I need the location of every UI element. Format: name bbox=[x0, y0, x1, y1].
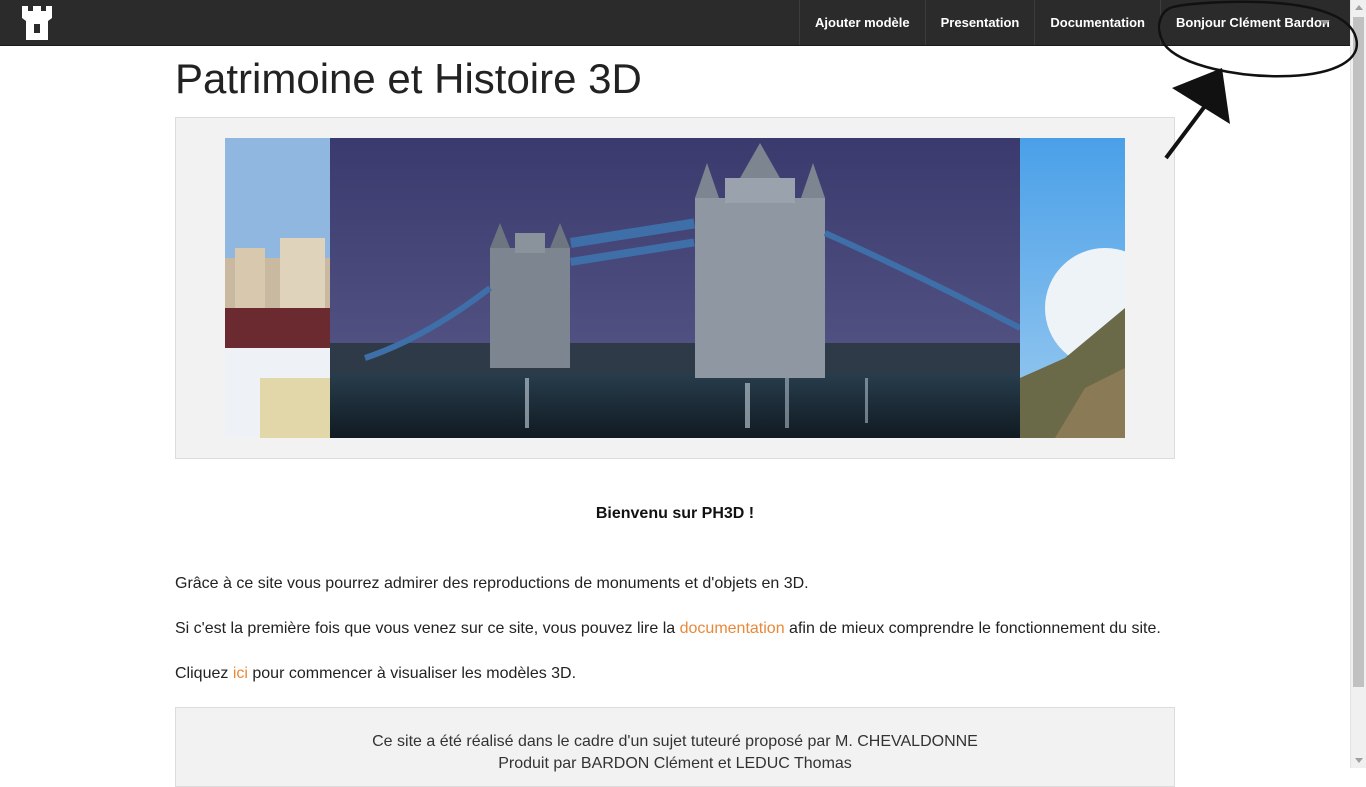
welcome-heading: Bienvenu sur PH3D ! bbox=[595, 505, 755, 522]
intro-paragraph: Grâce à ce site vous pourrez admirer des… bbox=[175, 575, 809, 592]
user-menu-dropdown[interactable]: Bonjour Clément Bardon bbox=[1160, 0, 1350, 45]
user-greeting: Bonjour Clément Bardon bbox=[1176, 15, 1330, 30]
scrollbar-thumb[interactable] bbox=[1353, 17, 1364, 687]
start-text-before: Cliquez bbox=[175, 665, 233, 682]
scroll-down-icon[interactable] bbox=[1355, 758, 1363, 763]
page-scrollbar[interactable] bbox=[1350, 0, 1366, 768]
documentation-paragraph: Si c'est la première fois que vous venez… bbox=[175, 620, 1161, 638]
nav-add-model[interactable]: Ajouter modèle bbox=[799, 0, 925, 45]
top-navbar: Ajouter modèle Presentation Documentatio… bbox=[0, 0, 1350, 46]
tower-bridge-photo bbox=[225, 138, 1125, 438]
doc-text-after: afin de mieux comprendre le fonctionneme… bbox=[784, 620, 1161, 637]
documentation-link[interactable]: documentation bbox=[680, 620, 785, 637]
footer-panel: Ce site a été réalisé dans le cadre d'un… bbox=[175, 707, 1175, 787]
carousel-slide-image bbox=[225, 138, 1125, 438]
nav-presentation[interactable]: Presentation bbox=[924, 0, 1035, 45]
home-link[interactable] bbox=[18, 4, 56, 42]
image-carousel[interactable] bbox=[175, 117, 1175, 459]
castle-tower-icon bbox=[22, 6, 52, 40]
start-here-link[interactable]: ici bbox=[233, 665, 248, 682]
chevron-down-icon bbox=[1320, 20, 1330, 25]
start-paragraph: Cliquez ici pour commencer à visualiser … bbox=[175, 665, 576, 683]
start-text-after: pour commencer à visualiser les modèles … bbox=[247, 665, 577, 682]
page-title: Patrimoine et Histoire 3D bbox=[175, 55, 642, 102]
footer-credit-line: Ce site a été réalisé dans le cadre d'un… bbox=[372, 733, 978, 750]
nav-documentation[interactable]: Documentation bbox=[1034, 0, 1160, 45]
scroll-up-icon[interactable] bbox=[1355, 5, 1363, 10]
footer-authors-line: Produit par BARDON Clément et LEDUC Thom… bbox=[498, 755, 852, 772]
doc-text-before: Si c'est la première fois que vous venez… bbox=[175, 620, 680, 637]
